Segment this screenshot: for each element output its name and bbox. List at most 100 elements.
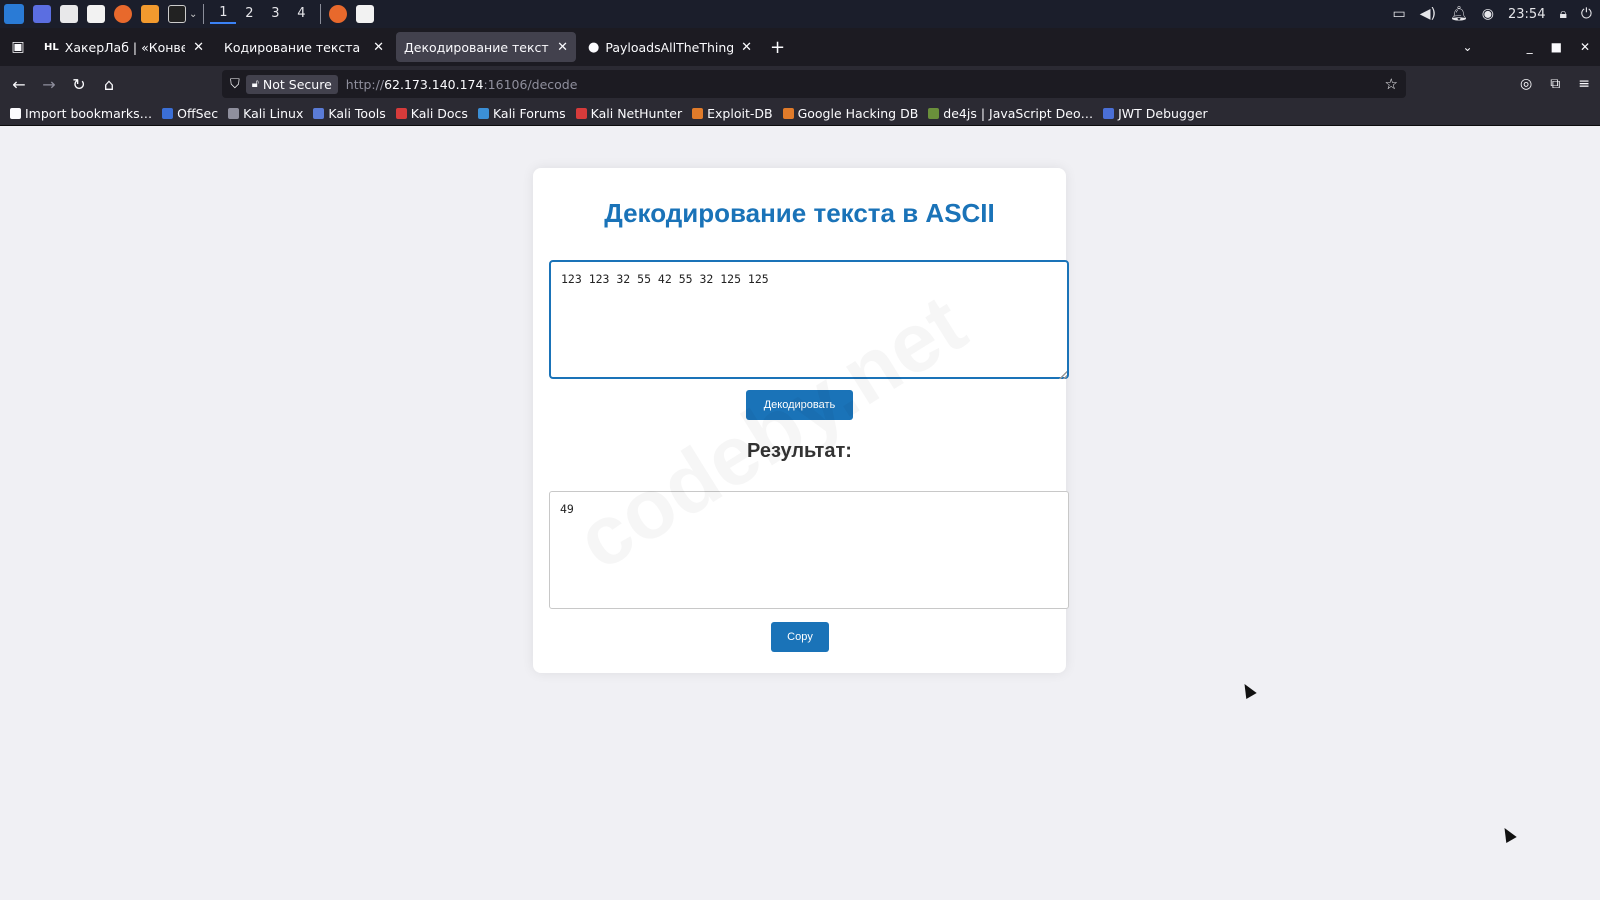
url-bar[interactable]: ⛉ 🔓︎ Not Secure http://62.173.140.174:16… [222,70,1406,98]
terminal-icon[interactable] [168,5,186,23]
result-output-textarea[interactable]: 49 [549,491,1069,609]
result-heading: Результат: [747,440,852,462]
bookmark-label: Kali Tools [328,106,386,121]
chevron-down-icon[interactable]: ⌄ [189,9,197,20]
tab-overflow-chevron-icon[interactable]: ⌄ [1463,40,1473,54]
bookmark-item[interactable]: Kali Docs [395,106,468,121]
maximize-icon[interactable]: ■ [1551,40,1562,54]
page-viewport: Декодирование текста в ASCII 123 123 32 … [0,127,1600,900]
bookmark-item[interactable]: OffSec [162,106,218,121]
taskbar-divider [203,4,205,24]
lock-icon[interactable]: 🔒︎ [1559,6,1566,22]
tab-encode-ascii[interactable]: Кодирование текста в ASCII ✕ [216,32,392,62]
tab-decode-ascii[interactable]: Декодирование текста из ASCII ✕ [396,32,576,62]
close-icon[interactable]: ✕ [373,40,384,55]
shield-icon[interactable]: ⛉ [230,77,240,92]
list-all-tabs-icon[interactable]: ▣ [0,39,36,55]
bookmark-item[interactable]: de4js | JavaScript Deo… [928,106,1093,121]
bookmark-favicon-icon [928,108,940,119]
bookmark-favicon-icon [228,108,240,119]
decode-button[interactable]: Декодировать [746,390,853,420]
desktop-icon[interactable] [33,5,51,23]
bookmark-favicon-icon [782,108,794,119]
resize-grip[interactable] [1059,371,1067,379]
tab-hackerlab[interactable]: HL ХакерЛаб | «Конвертер» ✕ [36,32,212,62]
url-path: :16106/decode [483,76,578,92]
close-icon[interactable]: ✕ [557,40,568,55]
bookmark-item[interactable]: Kali Linux [228,106,303,121]
decoder-card: Декодирование текста в ASCII 123 123 32 … [533,168,1069,673]
mouse-cursor-icon [1239,680,1257,700]
account-icon[interactable]: ◎ [1520,76,1532,92]
copy-button[interactable]: Copy [771,622,829,652]
url-prefix: http:// [345,76,385,92]
bookmark-label: Google Hacking DB [797,106,919,121]
document-window-icon[interactable] [356,5,375,23]
minimize-icon[interactable]: _ [1527,40,1533,54]
firefox-window-icon[interactable] [329,5,348,23]
bookmark-label: Import bookmarks… [25,106,153,121]
bookmark-favicon-icon [692,108,704,119]
firefox-icon[interactable] [114,5,132,23]
workspace-2[interactable]: 2 [236,6,262,23]
screen-icon[interactable]: ▭ [1393,6,1406,22]
bookmark-item[interactable]: Exploit-DB [692,106,773,121]
workspace-1[interactable]: 1 [210,5,237,24]
bookmark-label: Kali Linux [243,106,304,121]
forward-icon[interactable]: → [34,75,64,94]
bookmark-favicon-icon [477,108,489,119]
bookmark-favicon-icon [575,108,587,119]
text-editor-icon[interactable] [87,5,105,23]
kali-menu-icon[interactable] [4,4,24,24]
tab-title: ХакерЛаб | «Конвертер» [64,39,186,55]
back-icon[interactable]: ← [4,75,34,94]
workspace-3[interactable]: 3 [262,6,288,23]
page-title: Декодирование текста в ASCII [604,198,995,228]
os-taskbar: ⌄ 1 2 3 4 ▭ ◀) 🔔︎ ◉ 23:54 🔒︎ ⏻ [0,0,1600,28]
bookmark-item[interactable]: Kali NetHunter [575,106,683,121]
bell-icon[interactable]: 🔔︎ [1450,6,1468,22]
clock[interactable]: 23:54 [1508,7,1545,22]
burp-icon[interactable] [141,5,159,23]
bookmark-star-icon[interactable]: ☆ [1385,75,1398,93]
volume-icon[interactable]: ◀) [1420,6,1436,22]
url-text[interactable]: http://62.173.140.174:16106/decode [346,77,578,92]
bookmark-favicon-icon [162,108,174,119]
bookmark-item[interactable]: Google Hacking DB [782,106,919,121]
workspace-4[interactable]: 4 [288,6,314,23]
file-manager-icon[interactable] [60,5,78,23]
not-secure-badge[interactable]: 🔓︎ Not Secure [245,74,338,94]
bookmark-item[interactable]: Import bookmarks… [10,106,152,121]
bookmark-favicon-icon [1103,108,1115,119]
bookmark-favicon-icon [313,108,325,119]
menu-icon[interactable]: ≡ [1578,76,1590,92]
hackerlab-favicon-icon: HL [44,41,59,53]
bookmark-label: Exploit-DB [707,106,773,121]
extensions-icon[interactable]: ⧉ [1550,76,1560,92]
bookmark-item[interactable]: Kali Tools [313,106,386,121]
bookmark-label: de4js | JavaScript Deo… [943,106,1094,121]
ascii-input-textarea[interactable]: 123 123 32 55 42 55 32 125 125 [549,260,1069,379]
tab-title: Декодирование текста из ASCII [404,39,549,55]
bookmark-label: JWT Debugger [1118,106,1208,121]
bookmark-item[interactable]: Kali Forums [477,106,566,121]
unlocked-lock-icon: 🔓︎ [251,77,259,90]
url-host: 62.173.140.174 [384,76,484,92]
bookmark-label: Kali Docs [410,106,468,121]
tab-payloads[interactable]: ● PayloadsAllTheThings/Se ✕ [580,32,760,62]
security-label: Not Secure [262,76,332,92]
close-icon[interactable]: ✕ [741,40,752,55]
bookmark-label: Kali NetHunter [590,106,683,121]
bookmarks-toolbar: Import bookmarks… OffSec Kali Linux Kali To… [0,102,1600,126]
close-icon[interactable]: ✕ [193,40,204,55]
taskbar-divider [320,4,322,24]
window-close-icon[interactable]: ✕ [1580,40,1590,54]
tab-title: Кодирование текста в ASCII [224,39,365,55]
power-icon[interactable]: ⏻ [1581,6,1592,22]
reload-icon[interactable]: ↻ [64,75,94,94]
home-icon[interactable]: ⌂ [94,75,124,94]
new-tab-icon[interactable]: + [770,37,785,58]
bookmark-item[interactable]: JWT Debugger [1103,106,1208,121]
browser-tab-bar: ▣ HL ХакерЛаб | «Конвертер» ✕ Кодировани… [0,28,1600,66]
navigation-toolbar: ← → ↻ ⌂ ⛉ 🔓︎ Not Secure http://62.173.14… [0,66,1600,102]
